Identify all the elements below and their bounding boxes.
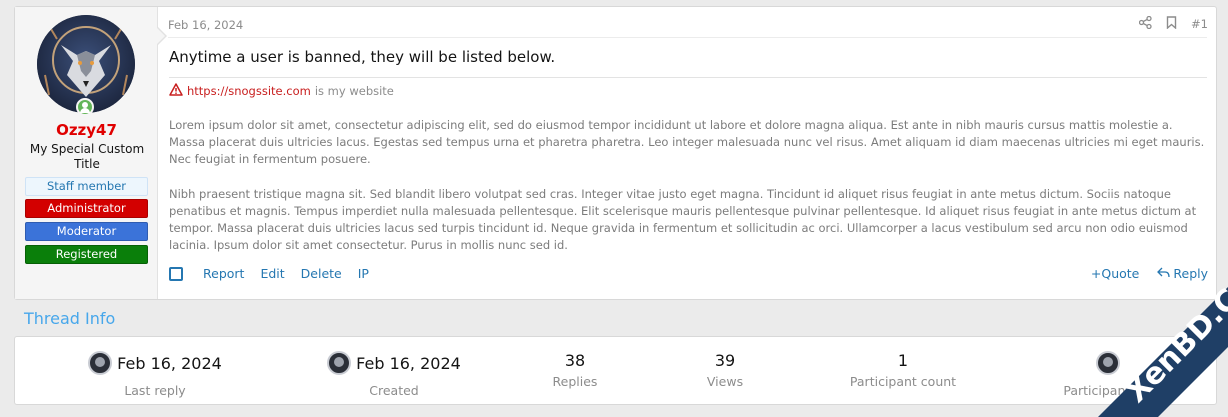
content-divider [169, 77, 1207, 78]
stat-value: 1 [897, 351, 909, 370]
post-actions: Report Edit Delete IP [169, 266, 369, 281]
stat-last-reply: Feb 16, 2024 Last reply [55, 351, 255, 398]
thread-info-block: Feb 16, 2024 Last reply Feb 16, 2024 Cre… [14, 336, 1217, 405]
stat-created: Feb 16, 2024 Created [294, 351, 494, 398]
share-icon[interactable] [1138, 15, 1152, 32]
bookmark-icon[interactable] [1166, 16, 1177, 32]
stat-label: Last reply [124, 383, 186, 398]
paragraph: Lorem ipsum dolor sit amet, consectetur … [169, 118, 1205, 167]
select-checkbox[interactable] [169, 266, 183, 281]
stat-value: 38 [564, 351, 586, 370]
reply-button[interactable]: Reply [1157, 266, 1208, 281]
banner-registered: Registered [25, 245, 148, 264]
banner-administrator: Administrator [25, 199, 148, 218]
post-container: Ozzy47 My Special Custom Title Staff mem… [14, 6, 1217, 300]
post-header-icons: #1 [1138, 15, 1208, 32]
stat-label: Views [706, 374, 744, 389]
avatar[interactable] [1096, 351, 1120, 375]
quote-button[interactable]: +Quote [1091, 266, 1139, 281]
warning-icon [169, 83, 183, 99]
website-line: https://snogssite.com is my website [169, 83, 394, 99]
post-actions-right: +Quote Reply [1091, 266, 1208, 281]
stat-label: Created [369, 383, 419, 398]
stat-participant-count: 1 Participant count [803, 351, 1003, 389]
stat-value: Feb 16, 2024 [117, 353, 222, 373]
stat-value: Feb 16, 2024 [356, 353, 461, 373]
avatar[interactable] [88, 351, 113, 375]
stat-views: 39 Views [625, 351, 825, 389]
online-status-icon [76, 98, 94, 116]
reply-label: Reply [1173, 266, 1208, 281]
edit-link[interactable]: Edit [260, 266, 284, 281]
message-arrow [157, 27, 167, 45]
user-cell: Ozzy47 My Special Custom Title Staff mem… [15, 7, 158, 299]
stat-value: 39 [714, 351, 736, 370]
post-date[interactable]: Feb 16, 2024 [168, 18, 243, 32]
ip-link[interactable]: IP [358, 266, 369, 281]
website-suffix: is my website [314, 84, 394, 98]
stat-label: Participant list [1063, 383, 1153, 398]
stat-participant-list: Participant list [1008, 351, 1208, 398]
post-headline: Anytime a user is banned, they will be l… [169, 48, 556, 66]
website-link[interactable]: https://snogssite.com [187, 84, 311, 98]
stat-label: Participant count [849, 374, 957, 389]
header-divider [168, 37, 1207, 38]
post-body: Lorem ipsum dolor sit amet, consectetur … [169, 117, 1208, 254]
reply-icon [1157, 266, 1171, 281]
post-number[interactable]: #1 [1191, 17, 1208, 31]
delete-link[interactable]: Delete [301, 266, 342, 281]
thread-info-title: Thread Info [24, 309, 116, 328]
banner-staff-member: Staff member [25, 177, 148, 196]
avatar[interactable] [327, 351, 352, 375]
username[interactable]: Ozzy47 [15, 121, 158, 139]
paragraph: Nibh praesent tristique magna sit. Sed b… [169, 186, 1197, 253]
user-title: My Special Custom Title [29, 142, 145, 171]
report-link[interactable]: Report [203, 266, 244, 281]
banner-moderator: Moderator [25, 222, 148, 241]
